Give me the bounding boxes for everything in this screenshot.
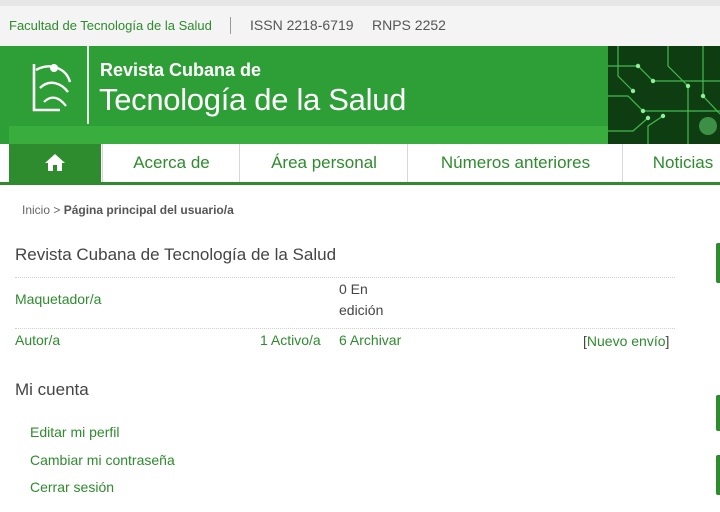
journal-banner[interactable]: Revista Cubana de Tecnología de la Salud [0,46,720,144]
rnps-text: RNPS 2252 [372,17,446,33]
nav-item-numeros-anteriores[interactable]: Números anteriores [407,144,623,182]
sidebar-edge [716,395,720,431]
home-icon [45,154,65,171]
table-divider [15,328,675,329]
change-password-link[interactable]: Cambiar mi contraseña [30,452,175,468]
new-submission: [Nuevo envío] [583,331,669,352]
journal-logo-icon [32,64,72,112]
new-submission-link[interactable]: Nuevo envío [587,333,666,349]
faculty-link[interactable]: Facultad de Tecnología de la Salud [9,18,212,33]
nav-item-acerca[interactable]: Acerca de [102,144,240,182]
journal-name: Revista Cubana de Tecnología de la Salud [15,245,337,264]
sidebar-edge [716,455,720,495]
nav-item-area-personal[interactable]: Área personal [239,144,408,182]
role-autor-link[interactable]: Autor/a [15,332,60,348]
banner-title-big: Tecnología de la Salud [99,82,407,117]
issn-text: ISSN 2218-6719 [250,17,354,33]
account-heading: Mi cuenta [15,380,89,399]
role-maquetador-link[interactable]: Maquetador/a [15,291,101,307]
table-divider [15,277,675,278]
banner-title-small: Revista Cubana de [100,60,262,80]
top-bar: Facultad de Tecnología de la Salud ISSN … [0,0,720,46]
banner-divider [87,46,89,124]
top-bar-divider [230,17,231,34]
breadcrumb-current: Página principal del usuario/a [63,203,234,217]
breadcrumb: Inicio > Página principal del usuario/a [22,203,234,217]
autor-active-link[interactable]: 1 Activo/a [260,332,321,348]
main-navigation: Acerca de Área personal Números anterior… [0,144,720,185]
sidebar-edge [716,243,720,283]
maquetador-status: 0 En edición [339,281,384,318]
logout-link[interactable]: Cerrar sesión [30,479,114,495]
autor-archive-link[interactable]: 6 Archivar [339,332,401,348]
edit-profile-link[interactable]: Editar mi perfil [30,424,119,440]
bracket-close: ] [665,333,670,349]
nav-item-noticias[interactable]: Noticias [622,144,720,182]
banner-stripe [9,126,609,144]
breadcrumb-separator: > [53,203,61,217]
circuit-board-image [608,46,720,144]
nav-home[interactable] [9,144,101,182]
breadcrumb-home-link[interactable]: Inicio [22,203,50,217]
